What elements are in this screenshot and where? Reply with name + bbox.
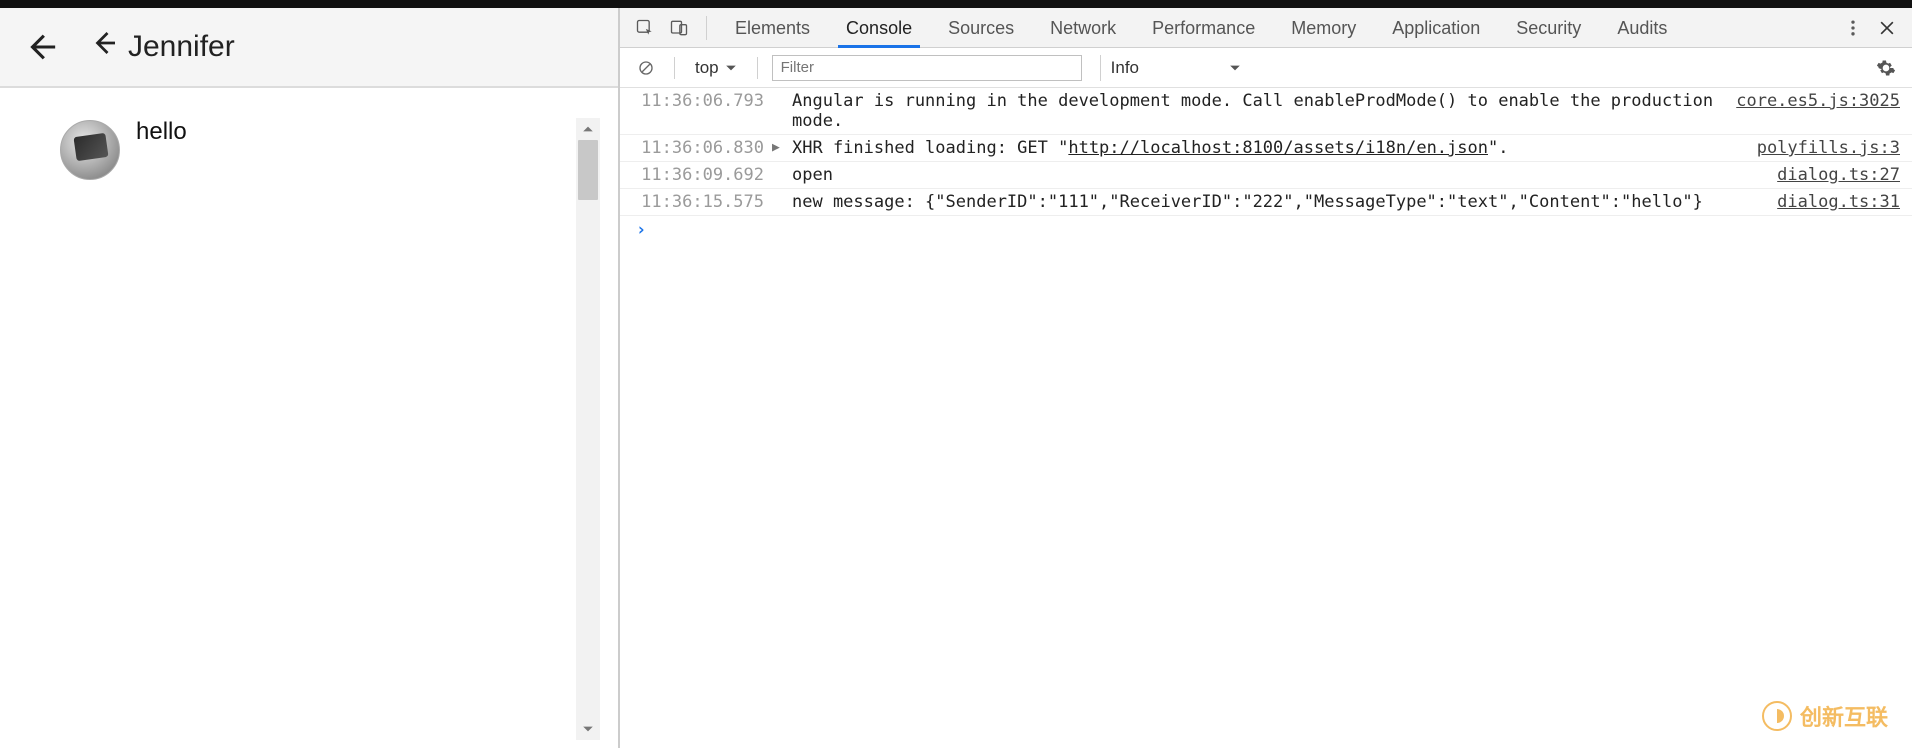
context-selector[interactable]: top [689,58,743,78]
app-back-icon[interactable] [90,28,120,66]
tab-memory[interactable]: Memory [1273,8,1374,48]
log-message: Angular is running in the development mo… [792,91,1728,131]
log-link[interactable]: http://localhost:8100/assets/i18n/en.jso… [1068,138,1488,158]
tab-application[interactable]: Application [1374,8,1498,48]
tab-elements[interactable]: Elements [717,8,828,48]
chat-message-text: hello [136,118,187,146]
log-source-link[interactable]: dialog.ts:27 [1777,165,1900,185]
tab-security[interactable]: Security [1498,8,1599,48]
console-prompt[interactable]: › [620,216,1912,244]
watermark-logo-icon [1762,701,1792,731]
devtools-pane: Elements Console Sources Network Perform… [620,8,1912,748]
page-title-text: Jennifer [128,30,235,64]
console-log-row[interactable]: 11:36:09.692 open dialog.ts:27 [620,162,1912,189]
console-log-row[interactable]: 11:36:06.793 Angular is running in the de… [620,88,1912,135]
console-log-row[interactable]: 11:36:06.830 ▶ XHR finished loading: GET "… [620,135,1912,162]
console-toolbar: top Info [620,48,1912,88]
tab-console[interactable]: Console [828,8,930,48]
scroll-thumb[interactable] [578,140,598,200]
divider [757,57,758,79]
app-pane: Jennifer hello [0,8,620,748]
log-timestamp: 11:36:06.830 [636,138,764,158]
browser-back-icon[interactable] [24,30,58,64]
log-source-link[interactable]: polyfills.js:3 [1757,138,1900,158]
log-timestamp: 11:36:15.575 [636,192,764,212]
console-output[interactable]: 11:36:06.793 Angular is running in the de… [620,88,1912,748]
console-log-row[interactable]: 11:36:15.575 new message: {"SenderID":"11… [620,189,1912,216]
watermark: 创新互联 [1762,700,1888,732]
expand-caret-icon[interactable]: ▶ [772,140,784,155]
tab-audits[interactable]: Audits [1599,8,1685,48]
log-message: new message: {"SenderID":"111","Receiver… [792,192,1769,212]
scroll-down-icon[interactable] [576,718,600,740]
log-message: open [792,165,1769,185]
page-title: Jennifer [90,28,235,66]
prompt-caret-icon: › [636,220,646,240]
divider [674,57,675,79]
chat-scrollbar[interactable] [576,118,600,740]
log-level-selector[interactable]: Info [1100,55,1251,81]
device-toolbar-icon[interactable] [662,11,696,45]
kebab-menu-icon[interactable] [1836,11,1870,45]
log-timestamp: 11:36:09.692 [636,165,764,185]
scroll-up-icon[interactable] [576,118,600,140]
scroll-track[interactable] [576,118,600,740]
console-filter-input[interactable] [772,55,1082,81]
devtools-tabs: Elements Console Sources Network Perform… [620,8,1912,48]
log-source-link[interactable]: core.es5.js:3025 [1736,91,1900,111]
tab-network[interactable]: Network [1032,8,1134,48]
tab-sources[interactable]: Sources [930,8,1032,48]
context-selector-label: top [695,58,719,78]
log-timestamp: 11:36:06.793 [636,91,764,111]
divider [706,16,707,40]
chat-area: hello [0,88,618,180]
inspect-element-icon[interactable] [628,11,662,45]
avatar [60,120,120,180]
watermark-text: 创新互联 [1800,700,1888,732]
close-icon[interactable] [1870,11,1904,45]
chat-message: hello [60,120,598,180]
log-level-label: Info [1111,58,1139,78]
log-message: XHR finished loading: GET "http://localh… [792,138,1749,158]
console-settings-icon[interactable] [1870,52,1902,84]
app-header: Jennifer [0,8,618,88]
tab-performance[interactable]: Performance [1134,8,1273,48]
log-source-link[interactable]: dialog.ts:31 [1777,192,1900,212]
clear-console-icon[interactable] [632,54,660,82]
